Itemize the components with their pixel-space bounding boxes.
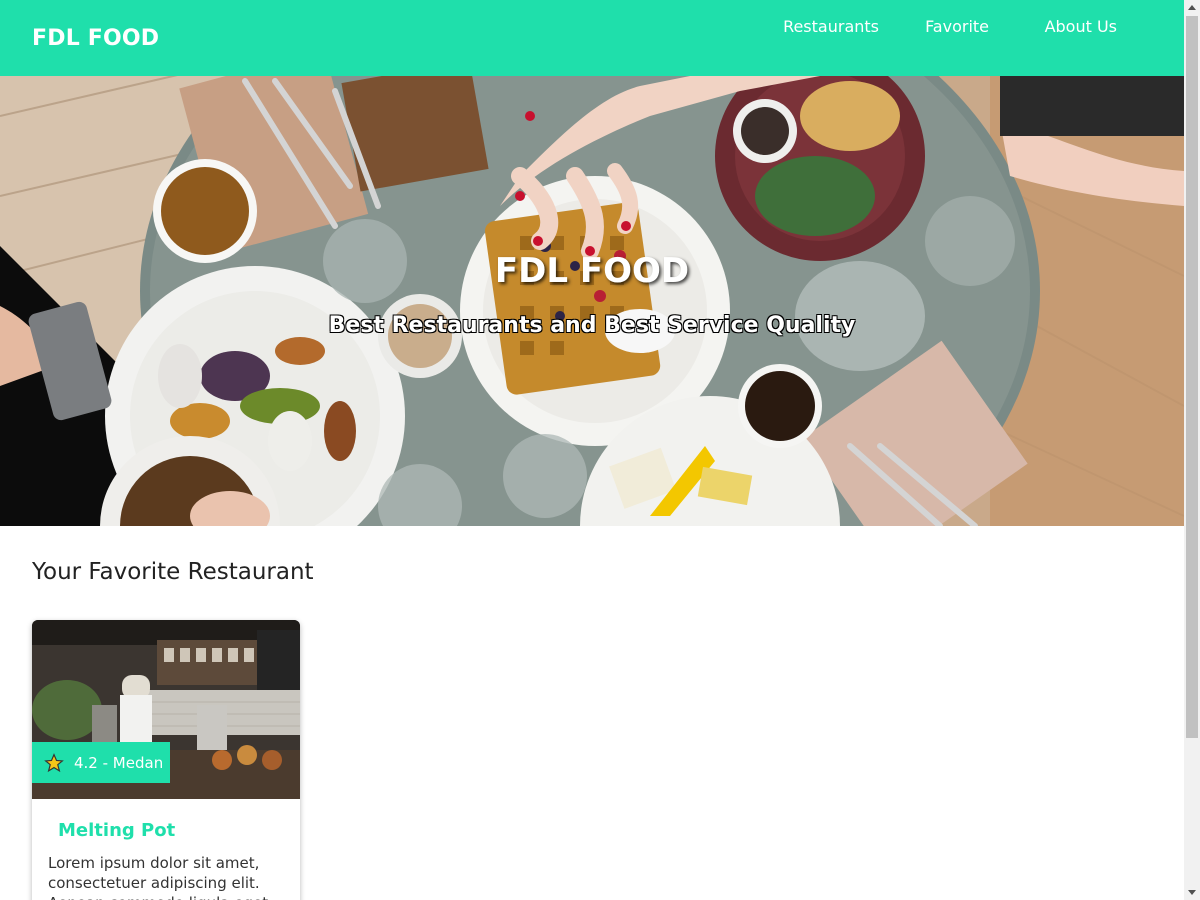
star-icon (44, 752, 64, 772)
scroll-up-icon[interactable] (1184, 0, 1200, 16)
nav-favorite[interactable]: Favorite (925, 16, 989, 38)
scrollbar-thumb[interactable] (1186, 16, 1198, 738)
hero-subtitle: Best Restaurants and Best Service Qualit… (328, 313, 856, 338)
vertical-scrollbar[interactable] (1184, 0, 1200, 900)
restaurant-image: 4.2 - Medan (32, 620, 300, 799)
app-bar: FDL FOOD Restaurants Favorite About Us (0, 0, 1184, 76)
rating-location: 4.2 - Medan (74, 753, 164, 772)
restaurant-description: Lorem ipsum dolor sit amet, consectetuer… (48, 854, 268, 900)
restaurant-name[interactable]: Melting Pot (58, 820, 175, 841)
brand-logo[interactable]: FDL FOOD (32, 26, 159, 51)
scroll-down-icon[interactable] (1184, 884, 1200, 900)
hero-title: FDL FOOD (494, 251, 690, 291)
restaurant-card[interactable]: 4.2 - Medan Melting Pot Lorem ipsum dolo… (32, 620, 300, 900)
nav-about-us[interactable]: About Us (1045, 16, 1117, 38)
nav-restaurants[interactable]: Restaurants (783, 16, 879, 38)
hero-text: FDL FOOD Best Restaurants and Best Servi… (0, 76, 1184, 526)
rating-badge: 4.2 - Medan (32, 742, 170, 783)
section-title: Your Favorite Restaurant (32, 559, 314, 585)
hero-banner: FDL FOOD Best Restaurants and Best Servi… (0, 76, 1184, 526)
